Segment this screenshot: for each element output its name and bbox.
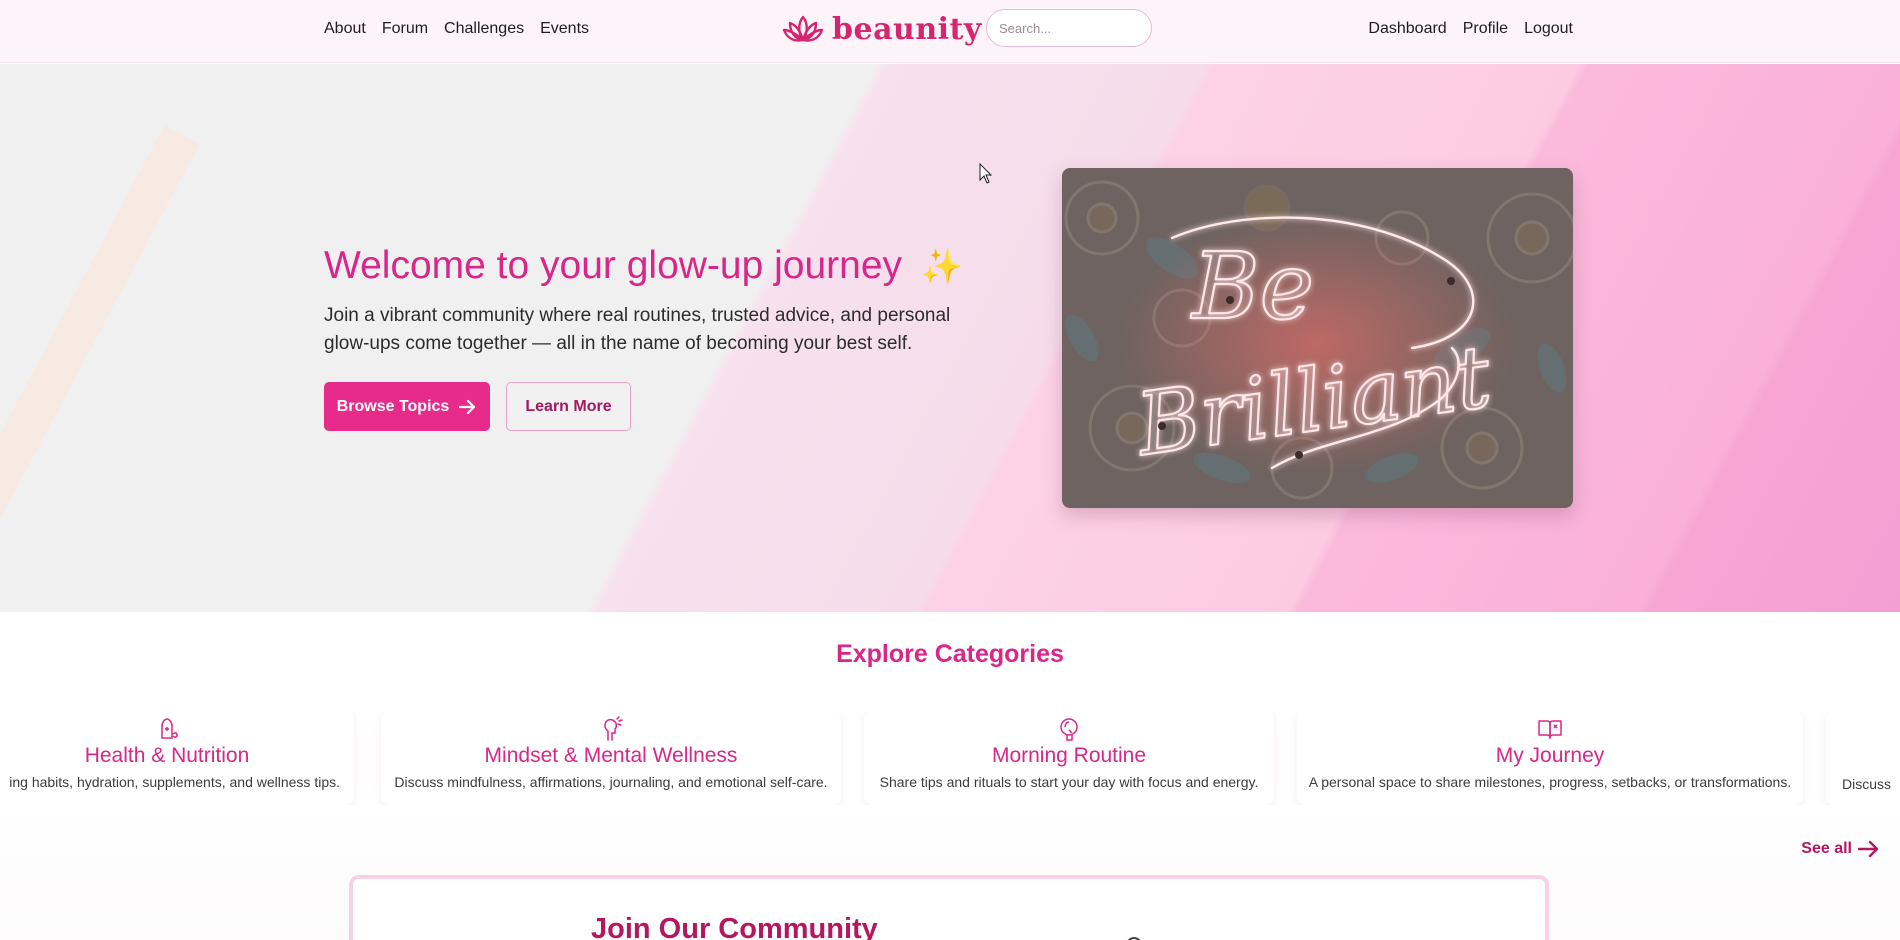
category-title: Health & Nutrition	[84, 744, 250, 767]
nav-left: About Forum Challenges Events	[324, 0, 589, 57]
categories-carousel[interactable]: Health & Nutrition ing habits, hydration…	[0, 711, 1900, 805]
brand-logo[interactable]: beaunity	[782, 10, 982, 48]
category-title: Morning Routine	[991, 744, 1147, 767]
nav-right: Dashboard Profile Logout	[1368, 0, 1573, 57]
hero-image: Be Brilliant	[1062, 168, 1573, 508]
hero-subtitle: Join a vibrant community where real rout…	[324, 305, 951, 354]
browse-topics-label: Browse Topics	[336, 397, 450, 415]
category-desc: Discuss	[1842, 776, 1892, 792]
lotus-icon	[782, 15, 824, 42]
category-title	[1842, 713, 1900, 770]
see-all-link[interactable]: See all	[1801, 836, 1880, 862]
category-desc: A personal space to share milestones, pr…	[1308, 774, 1792, 790]
nav-profile-link[interactable]: Profile	[1463, 20, 1508, 38]
nav-about-link[interactable]: About	[324, 20, 366, 38]
category-card-mindset[interactable]: Mindset & Mental Wellness Discuss mindfu…	[381, 711, 841, 805]
hero-decor-stripe	[0, 125, 200, 603]
category-desc: ing habits, hydration, supplements, and …	[9, 774, 340, 790]
brand-name: beaunity	[832, 11, 982, 47]
category-desc: Discuss mindfulness, affirmations, journ…	[394, 774, 828, 790]
category-title: My Journey	[1495, 744, 1605, 767]
hero-title-text: Welcome to your glow-up journey	[324, 244, 903, 287]
mindset-icon	[604, 716, 623, 741]
hero-section: Welcome to your glow-up journey ✨ Join a…	[0, 64, 1900, 612]
browse-topics-button[interactable]: Browse Topics	[324, 382, 490, 431]
join-community-card: Join Our Community	[349, 875, 1549, 940]
nav-challenges-link[interactable]: Challenges	[444, 20, 524, 38]
join-title: Join Our Community	[591, 913, 878, 940]
nutrition-icon	[161, 718, 178, 739]
book-icon	[1538, 720, 1562, 739]
category-card-journey[interactable]: My Journey A personal space to share mil…	[1297, 711, 1803, 805]
see-all-label: See all	[1801, 840, 1852, 857]
category-desc: Share tips and rituals to start your day…	[879, 774, 1259, 790]
nav-forum-link[interactable]: Forum	[382, 20, 428, 38]
arrow-right-icon	[459, 399, 476, 414]
search-input[interactable]	[986, 9, 1152, 47]
navbar: About Forum Challenges Events beaunity D…	[0, 0, 1900, 63]
mouse-cursor-icon	[979, 163, 993, 184]
nav-dashboard-link[interactable]: Dashboard	[1368, 20, 1446, 38]
morning-icon	[1060, 718, 1078, 741]
category-card-partial[interactable]: Discuss	[1826, 711, 1900, 805]
nav-events-link[interactable]: Events	[540, 20, 589, 38]
categories-title: Explore Categories	[836, 640, 1064, 668]
nav-logout-link[interactable]: Logout	[1524, 20, 1573, 38]
category-card-morning[interactable]: Morning Routine Share tips and rituals t…	[864, 711, 1274, 805]
category-card-health[interactable]: Health & Nutrition ing habits, hydration…	[0, 711, 354, 805]
category-title: Mindset & Mental Wellness	[484, 744, 738, 767]
learn-more-button[interactable]: Learn More	[506, 382, 631, 431]
neon-be-text: Be	[1190, 233, 1314, 340]
sparkles-icon: ✨	[920, 248, 964, 286]
hero-title: Welcome to your glow-up journey ✨	[324, 244, 963, 288]
arrow-right-icon	[1858, 840, 1879, 858]
